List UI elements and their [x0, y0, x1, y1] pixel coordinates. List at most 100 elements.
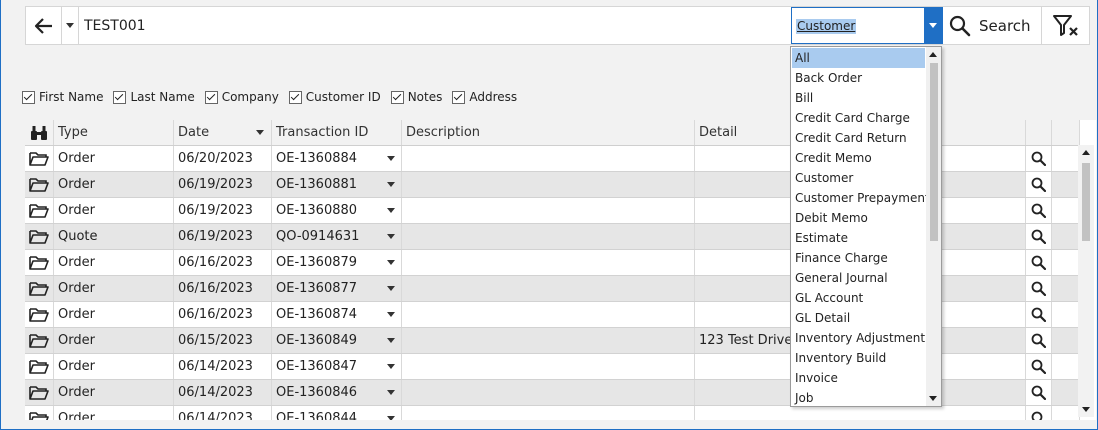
filter-first-name[interactable]: First Name — [22, 90, 103, 104]
dropdown-option[interactable]: Job — [792, 388, 925, 406]
column-header-date[interactable]: Date — [174, 120, 272, 145]
open-transaction-button[interactable] — [25, 224, 54, 249]
open-transaction-button[interactable] — [25, 328, 54, 353]
dropdown-option[interactable]: GL Detail — [792, 308, 925, 328]
cell-transaction-id[interactable]: OE-1360881 — [272, 172, 402, 197]
filter-notes[interactable]: Notes — [390, 90, 442, 104]
caret-down-icon[interactable] — [387, 364, 395, 369]
caret-down-icon[interactable] — [387, 338, 395, 343]
view-detail-button[interactable] — [1026, 224, 1052, 249]
view-detail-button[interactable] — [1026, 380, 1052, 405]
cell-transaction-id[interactable]: OE-1360874 — [272, 302, 402, 327]
table-row[interactable]: Order 06/14/2023 OE-1360844 — [25, 406, 1080, 420]
cell-transaction-id[interactable]: OE-1360846 — [272, 380, 402, 405]
dropdown-option[interactable]: GL Account — [792, 288, 925, 308]
caret-down-icon[interactable] — [387, 312, 395, 317]
dropdown-option[interactable]: Credit Card Return — [792, 128, 925, 148]
filter-customer-id[interactable]: Customer ID — [288, 90, 381, 104]
checkbox[interactable] — [113, 90, 127, 104]
dropdown-option[interactable]: Invoice — [792, 368, 925, 388]
column-header-description[interactable]: Description — [402, 120, 695, 145]
scroll-down-arrow[interactable] — [929, 396, 937, 401]
search-bar: Customer Search — [25, 6, 1090, 45]
scroll-up-arrow[interactable] — [1082, 150, 1090, 155]
search-type-select[interactable]: Customer — [791, 7, 943, 44]
filter-company[interactable]: Company — [204, 90, 279, 104]
grid-vertical-scrollbar[interactable] — [1078, 145, 1094, 417]
caret-down-icon[interactable] — [387, 416, 395, 420]
dropdown-option[interactable]: Customer — [792, 168, 925, 188]
open-transaction-button[interactable] — [25, 198, 54, 223]
dropdown-option[interactable]: General Journal — [792, 268, 925, 288]
dropdown-option[interactable]: Estimate — [792, 228, 925, 248]
open-transaction-button[interactable] — [25, 380, 54, 405]
scroll-up-arrow[interactable] — [929, 52, 937, 57]
view-detail-button[interactable] — [1026, 172, 1052, 197]
cell-type: Order — [54, 302, 174, 327]
checkbox[interactable] — [452, 90, 466, 104]
caret-down-icon[interactable] — [387, 260, 395, 265]
folder-open-icon — [29, 334, 49, 348]
checkbox[interactable] — [22, 90, 35, 104]
scroll-down-arrow[interactable] — [1082, 407, 1090, 412]
scroll-thumb[interactable] — [1082, 163, 1090, 241]
caret-down-icon[interactable] — [387, 286, 395, 291]
cell-transaction-id[interactable]: OE-1360844 — [272, 406, 402, 420]
dropdown-option[interactable]: Debit Memo — [792, 208, 925, 228]
column-header-icon[interactable] — [25, 120, 54, 145]
view-detail-button[interactable] — [1026, 354, 1052, 379]
caret-down-icon[interactable] — [387, 182, 395, 187]
dropdown-option[interactable]: Customer Prepayment — [792, 188, 930, 208]
dropdown-option[interactable]: Credit Card Charge — [792, 108, 925, 128]
view-detail-button[interactable] — [1026, 250, 1052, 275]
open-transaction-button[interactable] — [25, 302, 54, 327]
cell-transaction-id[interactable]: OE-1360880 — [272, 198, 402, 223]
view-detail-button[interactable] — [1026, 302, 1052, 327]
open-transaction-button[interactable] — [25, 354, 54, 379]
open-transaction-button[interactable] — [25, 172, 54, 197]
cell-transaction-id[interactable]: OE-1360879 — [272, 250, 402, 275]
dropdown-scrollbar[interactable] — [926, 47, 941, 406]
search-button[interactable]: Search — [943, 7, 1039, 44]
back-button[interactable] — [26, 7, 61, 44]
caret-down-icon[interactable] — [387, 156, 395, 161]
open-transaction-button[interactable] — [25, 276, 54, 301]
caret-down-icon[interactable] — [387, 234, 395, 239]
view-detail-button[interactable] — [1026, 198, 1052, 223]
open-transaction-button[interactable] — [25, 250, 54, 275]
cell-filler — [1052, 328, 1080, 353]
filter-last-name[interactable]: Last Name — [113, 90, 195, 104]
dropdown-option[interactable]: Bill — [792, 88, 925, 108]
dropdown-option[interactable]: Back Order — [792, 68, 925, 88]
checkbox[interactable] — [288, 90, 302, 104]
cell-description — [402, 276, 695, 301]
view-detail-button[interactable] — [1026, 276, 1052, 301]
cell-transaction-id[interactable]: OE-1360877 — [272, 276, 402, 301]
view-detail-button[interactable] — [1026, 146, 1052, 171]
filter-address[interactable]: Address — [452, 90, 517, 104]
caret-down-icon[interactable] — [387, 208, 395, 213]
cell-transaction-id[interactable]: OE-1360884 — [272, 146, 402, 171]
clear-filter-button[interactable] — [1041, 7, 1090, 44]
dropdown-option[interactable]: Inventory Adjustment — [792, 328, 925, 348]
dropdown-option[interactable]: Inventory Build — [792, 348, 925, 368]
cell-transaction-id[interactable]: QO-0914631 — [272, 224, 402, 249]
dropdown-option[interactable]: All — [792, 48, 925, 68]
scroll-thumb[interactable] — [930, 63, 938, 241]
search-type-dropdown-button[interactable] — [924, 8, 942, 43]
cell-transaction-id[interactable]: OE-1360847 — [272, 354, 402, 379]
search-input[interactable] — [80, 13, 788, 38]
view-detail-button[interactable] — [1026, 328, 1052, 353]
view-detail-button[interactable] — [1026, 406, 1052, 420]
column-header-transaction-id[interactable]: Transaction ID — [272, 120, 402, 145]
dropdown-option[interactable]: Credit Memo — [792, 148, 925, 168]
checkbox[interactable] — [390, 90, 404, 104]
checkbox[interactable] — [204, 90, 218, 104]
cell-transaction-id[interactable]: OE-1360849 — [272, 328, 402, 353]
caret-down-icon[interactable] — [387, 390, 395, 395]
open-transaction-button[interactable] — [25, 146, 54, 171]
column-header-type[interactable]: Type — [54, 120, 174, 145]
search-history-button[interactable] — [61, 7, 79, 44]
open-transaction-button[interactable] — [25, 406, 54, 420]
dropdown-option[interactable]: Finance Charge — [792, 248, 925, 268]
